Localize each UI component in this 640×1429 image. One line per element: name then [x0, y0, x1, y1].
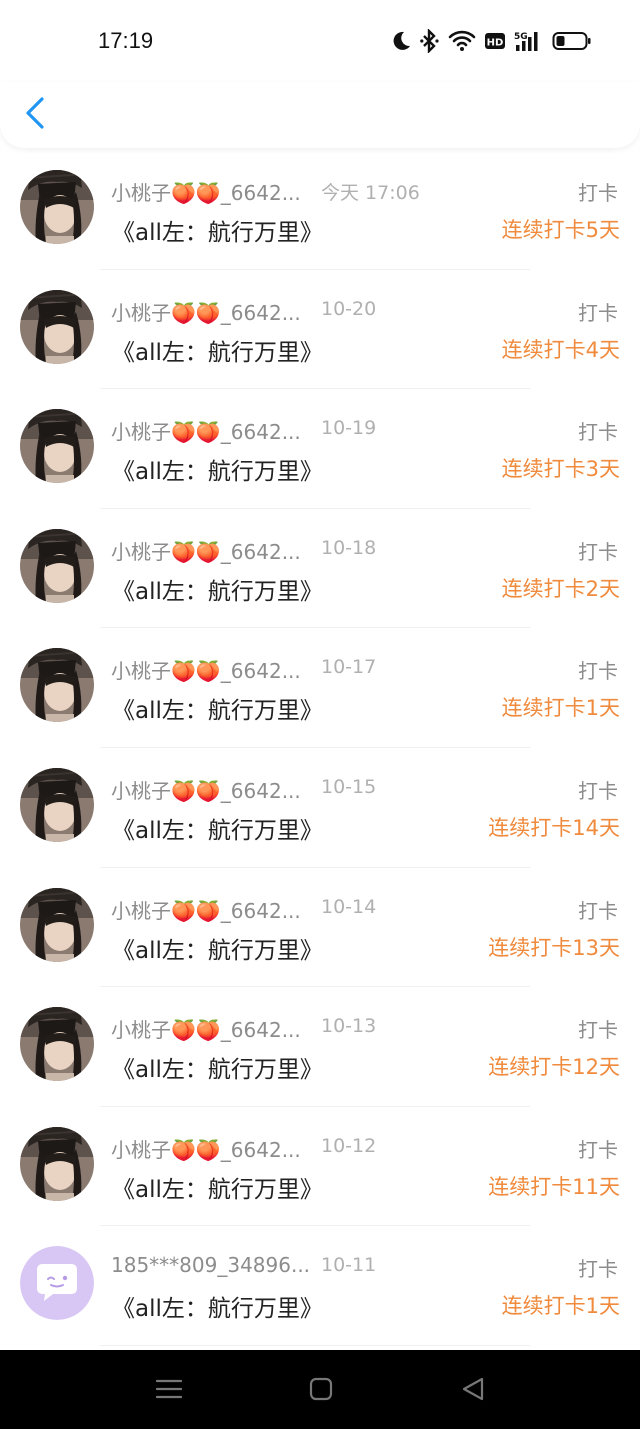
list-item[interactable]: 小桃子🍑🍑_6642... 10-15 《all左：航行万里》 打卡 连续打卡1…	[0, 748, 640, 868]
avatar[interactable]	[20, 170, 94, 244]
timestamp: 10-19	[321, 417, 377, 440]
moon-icon	[393, 31, 410, 50]
book-title: 《all左：航行万里》	[112, 459, 323, 486]
avatar[interactable]	[20, 648, 94, 723]
checkin-tag: 打卡	[578, 1257, 618, 1282]
avatar[interactable]	[20, 289, 94, 364]
chat-bubble-icon[interactable]	[20, 1246, 94, 1321]
hd-icon: HD	[485, 33, 505, 49]
user-name: 小桃子🍑🍑_6642...	[111, 659, 301, 684]
checkin-tag: 打卡	[578, 659, 618, 684]
bluetooth-icon	[420, 29, 439, 53]
checkin-tag: 打卡	[578, 1018, 618, 1043]
chevron-left-icon[interactable]	[22, 96, 48, 130]
user-name: 小桃子🍑🍑_6642...	[111, 778, 301, 803]
list-item[interactable]: 小桃子🍑🍑_6642... 10-17 《all左：航行万里》 打卡 连续打卡1…	[0, 628, 640, 748]
list-item[interactable]: 小桃子🍑🍑_6642... 10-14 《all左：航行万里》 打卡 连续打卡1…	[0, 868, 640, 988]
battery-icon	[552, 32, 591, 50]
timestamp: 10-11	[321, 1254, 377, 1277]
book-title: 《all左：航行万里》	[112, 937, 323, 964]
book-title: 《all左：航行万里》	[112, 1176, 323, 1203]
streak-label: 连续打卡4天	[501, 337, 620, 362]
status-bar: 17:19 HD 5G	[0, 0, 640, 82]
timestamp: 今天 17:06	[321, 182, 420, 204]
top-bar	[0, 82, 640, 148]
avatar[interactable]	[20, 528, 94, 603]
timestamp: 10-13	[321, 1015, 377, 1038]
user-name: 小桃子🍑🍑_6642...	[111, 181, 301, 205]
timestamp: 10-14	[321, 895, 377, 918]
checkin-list: 小桃子🍑🍑_6642... 今天 17:06 《all左：航行万里》 打卡 连续…	[0, 150, 640, 1346]
checkin-tag: 打卡	[578, 539, 618, 564]
5g-signal-icon: 5G	[514, 32, 538, 51]
user-name: 小桃子🍑🍑_6642...	[111, 1018, 301, 1043]
book-title: 《all左：航行万里》	[112, 698, 323, 725]
checkin-tag: 打卡	[578, 1137, 618, 1162]
system-nav-bar	[0, 1350, 640, 1429]
streak-label: 连续打卡1天	[501, 1294, 620, 1319]
svg-text:HD: HD	[487, 38, 504, 49]
user-name: 小桃子🍑🍑_6642...	[111, 898, 301, 923]
list-item[interactable]: 小桃子🍑🍑_6642... 10-12 《all左：航行万里》 打卡 连续打卡1…	[0, 1107, 640, 1227]
user-name: 小桃子🍑🍑_6642...	[111, 539, 301, 564]
svg-text:5G: 5G	[514, 32, 528, 42]
user-name: 小桃子🍑🍑_6642...	[111, 300, 301, 325]
menu-icon[interactable]	[152, 1374, 186, 1404]
timestamp: 10-18	[321, 536, 377, 559]
streak-label: 连续打卡13天	[488, 935, 620, 960]
list-item[interactable]: 小桃子🍑🍑_6642... 10-20 《all左：航行万里》 打卡 连续打卡4…	[0, 270, 640, 390]
avatar[interactable]	[20, 409, 94, 484]
checkin-tag: 打卡	[578, 300, 618, 325]
streak-label: 连续打卡12天	[488, 1055, 620, 1080]
streak-label: 连续打卡3天	[501, 457, 620, 482]
timestamp: 10-15	[321, 775, 377, 798]
avatar[interactable]	[20, 1007, 94, 1082]
checkin-tag: 打卡	[578, 898, 618, 923]
book-title: 《all左：航行万里》	[112, 817, 323, 844]
user-name: 小桃子🍑🍑_6642...	[111, 420, 301, 445]
book-title: 《all左：航行万里》	[112, 339, 323, 366]
wifi-icon	[448, 30, 476, 51]
user-name: 小桃子🍑🍑_6642...	[111, 1137, 301, 1162]
timestamp: 10-20	[321, 297, 377, 320]
back-triangle-icon[interactable]	[456, 1374, 490, 1404]
streak-label: 连续打卡2天	[501, 576, 620, 601]
list-item[interactable]: 小桃子🍑🍑_6642... 10-18 《all左：航行万里》 打卡 连续打卡2…	[0, 509, 640, 629]
list-item[interactable]: 小桃子🍑🍑_6642... 今天 17:06 《all左：航行万里》 打卡 连续…	[0, 150, 640, 270]
streak-label: 连续打卡11天	[488, 1174, 620, 1199]
book-title: 《all左：航行万里》	[112, 220, 323, 246]
avatar[interactable]	[20, 1126, 94, 1201]
checkin-tag: 打卡	[578, 778, 618, 803]
status-icons: HD 5G	[390, 28, 592, 54]
avatar[interactable]	[20, 887, 94, 962]
avatar[interactable]	[20, 767, 94, 842]
list-item[interactable]: 小桃子🍑🍑_6642... 10-13 《all左：航行万里》 打卡 连续打卡1…	[0, 987, 640, 1107]
home-icon[interactable]	[304, 1374, 338, 1404]
timestamp: 10-17	[321, 656, 377, 679]
list-item[interactable]: 185***809_34896... 10-11 《all左：航行万里》 打卡 …	[0, 1226, 640, 1346]
divider	[100, 1344, 530, 1346]
status-time: 17:19	[98, 28, 154, 53]
timestamp: 10-12	[321, 1134, 377, 1157]
checkin-tag: 打卡	[578, 420, 618, 445]
user-name: 185***809_34896...	[111, 1253, 311, 1278]
book-title: 《all左：航行万里》	[112, 1296, 323, 1323]
checkin-tag: 打卡	[578, 181, 618, 205]
book-title: 《all左：航行万里》	[112, 578, 323, 605]
streak-label: 连续打卡1天	[501, 696, 620, 721]
list-item[interactable]: 小桃子🍑🍑_6642... 10-19 《all左：航行万里》 打卡 连续打卡3…	[0, 389, 640, 509]
streak-label: 连续打卡14天	[488, 815, 620, 840]
book-title: 《all左：航行万里》	[112, 1057, 323, 1084]
streak-label: 连续打卡5天	[501, 218, 620, 242]
